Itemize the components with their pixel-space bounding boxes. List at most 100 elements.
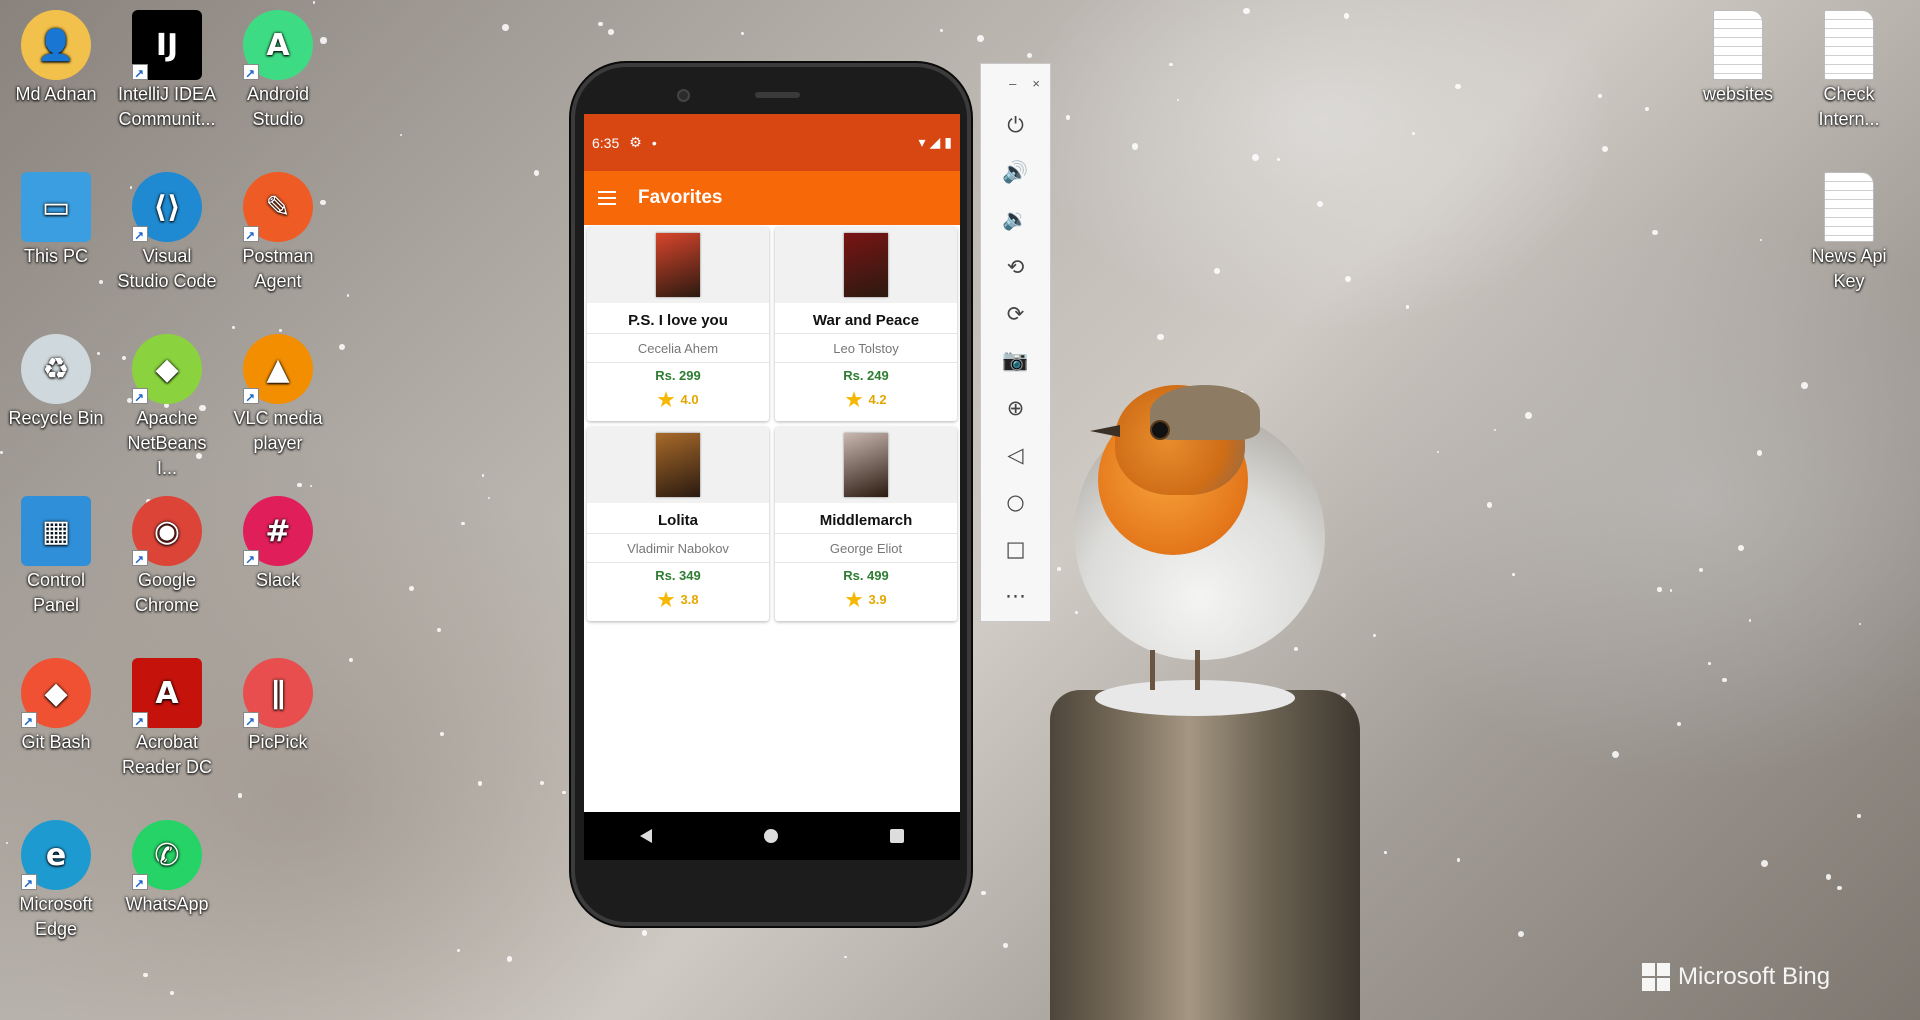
slack-icon: # — [243, 496, 313, 573]
rotate-right-icon[interactable]: ⟳ — [981, 290, 1050, 337]
intellij-icon: IJ — [132, 10, 202, 87]
snowflake — [409, 586, 415, 592]
rotate-left-icon[interactable]: ⟲ — [981, 243, 1050, 290]
nav-back-icon[interactable] — [640, 829, 652, 843]
whatsapp-icon: ✆ — [132, 820, 202, 897]
desktop-icon-android-studio[interactable]: AAndroid Studio — [226, 10, 330, 132]
book-card[interactable]: War and Peace Leo Tolstoy Rs. 249 ★ 4.2 — [775, 227, 957, 421]
book-author: Leo Tolstoy — [775, 334, 957, 363]
desktop-icon-netbeans[interactable]: ◆Apache NetBeans I... — [115, 334, 219, 481]
shortcut-arrow-icon — [132, 224, 148, 249]
snowflake — [1455, 83, 1461, 90]
snowflake — [143, 972, 148, 977]
book-rating: ★ 3.8 — [587, 589, 769, 615]
earpiece-speaker — [755, 92, 800, 98]
desktop-icon-news-api-key[interactable]: News Api Key — [1797, 172, 1901, 294]
snowflake — [1857, 814, 1861, 819]
desktop-icon-this-pc[interactable]: ▭ This PC — [4, 172, 108, 269]
snowflake — [1456, 858, 1460, 862]
snowflake — [456, 948, 461, 952]
menu-icon[interactable] — [598, 191, 616, 205]
more-icon[interactable]: ⋯ — [981, 572, 1050, 619]
power-icon[interactable]: ⏻ — [981, 102, 1050, 149]
picpick-icon: ∥ — [243, 658, 313, 735]
snowflake — [1722, 677, 1727, 683]
rating-value: 3.9 — [868, 592, 887, 607]
snowflake — [461, 521, 465, 526]
book-cover-image — [656, 433, 700, 497]
zoom-icon[interactable]: ⊕ — [981, 384, 1050, 431]
desktop-icon-git-bash[interactable]: ◆Git Bash — [4, 658, 108, 755]
snowflake — [1316, 201, 1323, 208]
desktop-icon-label: Apache NetBeans I... — [127, 408, 207, 478]
dot-icon: • — [651, 134, 657, 151]
desktop-icon-check-intern[interactable]: Check Intern... — [1797, 10, 1901, 132]
overview-icon[interactable]: □ — [981, 525, 1050, 572]
desktop-icon-edge[interactable]: eMicrosoft Edge — [4, 820, 108, 942]
desktop-icon-label: Google Chrome — [134, 570, 200, 615]
snowflake — [309, 484, 313, 488]
book-card[interactable]: Middlemarch George Eliot Rs. 499 ★ 3.9 — [775, 427, 957, 621]
snowflake — [1177, 99, 1180, 102]
book-rating: ★ 4.2 — [775, 389, 957, 415]
minimize-icon[interactable]: – — [1009, 76, 1016, 91]
desktop-icon-intellij[interactable]: IJIntelliJ IDEA Communit... — [115, 10, 219, 132]
desktop-icon-vlc[interactable]: ▲VLC media player — [226, 334, 330, 456]
volume-down-icon[interactable]: 🔉 — [981, 196, 1050, 243]
shortcut-arrow-icon — [132, 548, 148, 573]
snowflake — [607, 28, 614, 35]
book-author: George Eliot — [775, 534, 957, 563]
snowflake — [1214, 267, 1221, 274]
home-icon[interactable]: ○ — [981, 478, 1050, 525]
emulator-control-panel: – × ⏻ 🔊 🔉 ⟲ ⟳ 📷 ⊕ ◁ ○ □ ⋯ — [980, 63, 1051, 622]
back-icon[interactable]: ◁ — [981, 431, 1050, 478]
nav-home-icon[interactable] — [764, 829, 778, 843]
book-card[interactable]: Lolita Vladimir Nabokov Rs. 349 ★ 3.8 — [587, 427, 769, 621]
wifi-icon: ▾ — [918, 134, 926, 150]
desktop-icon-websites[interactable]: websites — [1686, 10, 1790, 107]
snowflake — [1761, 860, 1768, 868]
status-time: 6:35 — [592, 134, 620, 151]
desktop-icon-picpick[interactable]: ∥PicPick — [226, 658, 330, 755]
robin-eye — [1150, 420, 1170, 440]
snowflake — [481, 474, 485, 477]
desktop-icon-acrobat[interactable]: AAcrobat Reader DC — [115, 658, 219, 780]
bing-text: Microsoft Bing — [1678, 963, 1831, 990]
snowflake — [1669, 589, 1673, 592]
book-card[interactable]: P.S. I love you Cecelia Ahem Rs. 299 ★ 4.0 — [587, 227, 769, 421]
shortcut-arrow-icon — [21, 710, 37, 735]
desktop-icon-slack[interactable]: #Slack — [226, 496, 330, 593]
desktop-icon-label: Control Panel — [26, 570, 86, 615]
desktop-icon-md-adnan[interactable]: 👤 Md Adnan — [4, 10, 108, 107]
snowflake — [1372, 633, 1376, 637]
camera-icon[interactable]: 📷 — [981, 337, 1050, 384]
snowflake — [1276, 157, 1280, 162]
snowflake — [1611, 751, 1619, 758]
desktop-icon-label: Slack — [255, 570, 300, 590]
snowflake — [1003, 943, 1009, 948]
rating-value: 3.8 — [680, 592, 699, 607]
snowflake — [1293, 646, 1298, 651]
star-icon: ★ — [845, 390, 863, 411]
desktop-icon-vscode[interactable]: ⟨⟩Visual Studio Code — [115, 172, 219, 294]
volume-up-icon[interactable]: 🔊 — [981, 149, 1050, 196]
bing-watermark: Microsoft Bing — [1642, 963, 1830, 991]
desktop-icon-recycle-bin[interactable]: ♻ Recycle Bin — [4, 334, 108, 431]
snowflake — [1251, 154, 1259, 162]
snowflake — [1524, 412, 1532, 419]
phone-screen[interactable]: 6:35 ⚙ • ▾ ◢ ▮ Favorites P.S. I love you… — [584, 114, 960, 860]
snowflake — [1065, 115, 1070, 120]
desktop-icon-postman[interactable]: ✎Postman Agent — [226, 172, 330, 294]
close-icon[interactable]: × — [1032, 76, 1040, 91]
book-title: Middlemarch — [775, 503, 957, 534]
nav-recent-icon[interactable] — [890, 829, 904, 843]
desktop-icon-whatsapp[interactable]: ✆WhatsApp — [115, 820, 219, 917]
netbeans-icon: ◆ — [132, 334, 202, 411]
desktop-icon-control-panel[interactable]: ▦ Control Panel — [4, 496, 108, 618]
snowflake — [1759, 238, 1763, 242]
desktop-icon-chrome[interactable]: ◉Google Chrome — [115, 496, 219, 618]
shortcut-arrow-icon — [21, 872, 37, 897]
desktop-icon-label: PicPick — [248, 732, 308, 752]
front-camera — [677, 89, 690, 102]
snowflake — [1698, 568, 1703, 573]
